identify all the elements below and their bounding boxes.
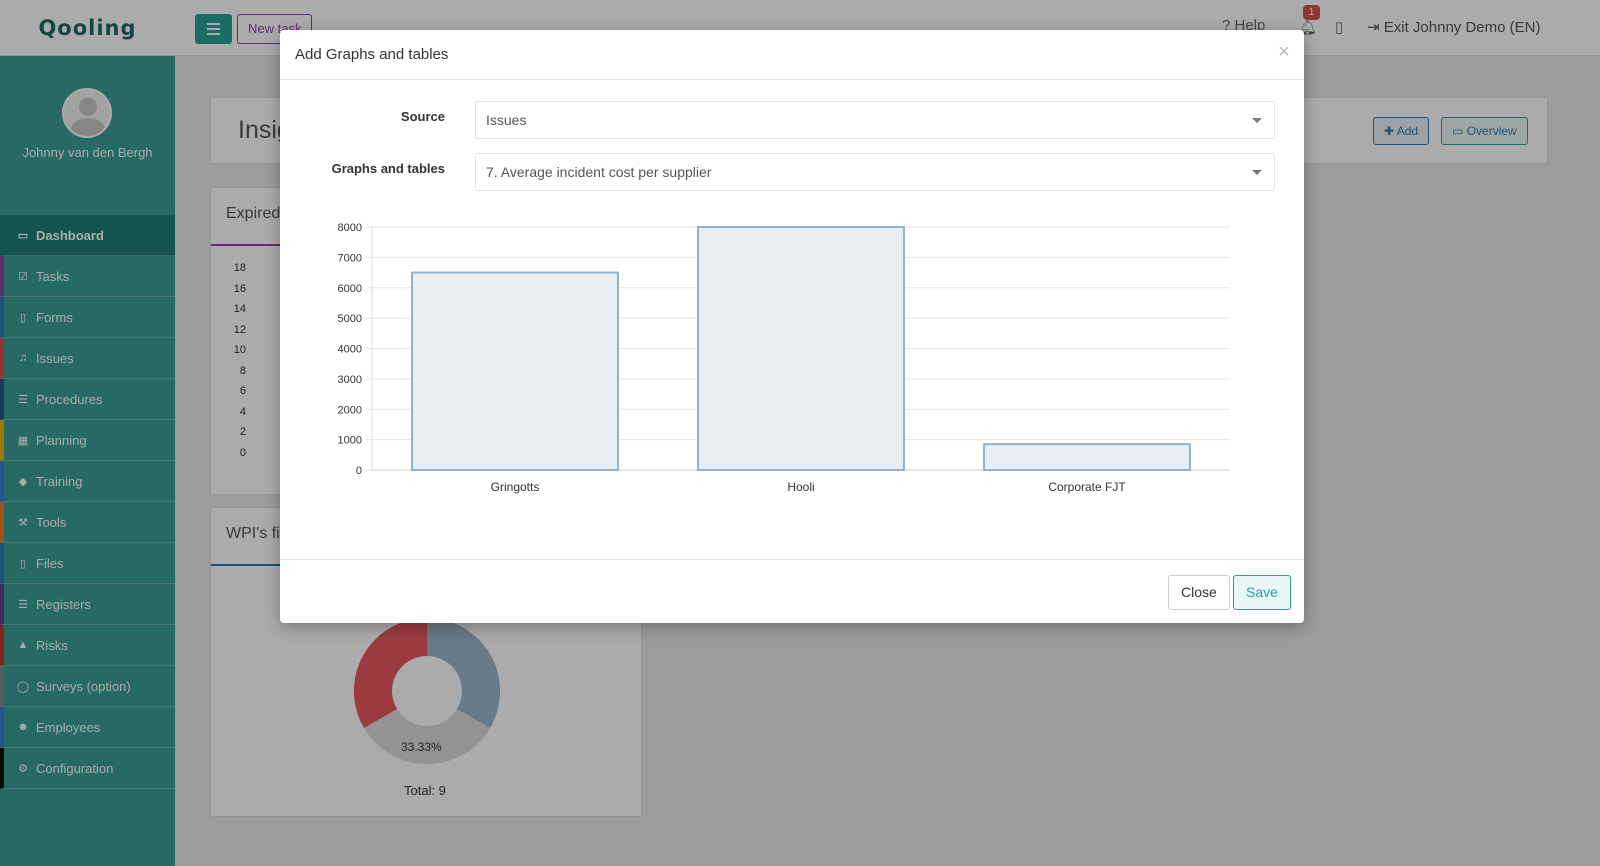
y-tick-label: 2000 — [338, 404, 362, 416]
add-graphs-modal: Add Graphs and tables × Source Issues Gr… — [280, 30, 1304, 623]
y-tick-label: 5000 — [338, 313, 362, 325]
x-tick-label: Hooli — [787, 480, 814, 494]
chevron-down-icon — [1252, 170, 1262, 175]
bar — [411, 271, 619, 471]
modal-title: Add Graphs and tables — [295, 46, 449, 63]
graphs-tables-select[interactable]: 7. Average incident cost per supplier — [475, 153, 1275, 191]
y-tick-label: 8000 — [338, 222, 362, 234]
x-tick-label: Gringotts — [491, 480, 540, 494]
y-tick-label: 0 — [356, 465, 362, 477]
close-button[interactable]: Close — [1168, 575, 1230, 610]
chevron-down-icon — [1252, 118, 1262, 123]
bar-chart: 0 1000 2000 3000 4000 5000 6000 7000 8000 Gringot… — [338, 222, 1230, 494]
y-tick-label: 3000 — [338, 374, 362, 386]
y-tick-label: 4000 — [338, 344, 362, 356]
save-button[interactable]: Save — [1233, 575, 1291, 610]
y-tick-label: 1000 — [338, 435, 362, 447]
y-tick-label: 6000 — [338, 283, 362, 295]
source-select[interactable]: Issues — [475, 101, 1275, 139]
graphs-tables-label: Graphs and tables — [331, 161, 445, 176]
source-label: Source — [400, 109, 445, 124]
bar — [983, 443, 1191, 471]
x-tick-label: Corporate FJT — [1048, 480, 1126, 494]
modal-header: Add Graphs and tables × — [280, 30, 1304, 80]
close-icon[interactable]: × — [1274, 41, 1294, 64]
modal-footer: Close Save — [280, 559, 1304, 623]
bar — [697, 226, 905, 471]
y-tick-label: 7000 — [338, 252, 362, 264]
